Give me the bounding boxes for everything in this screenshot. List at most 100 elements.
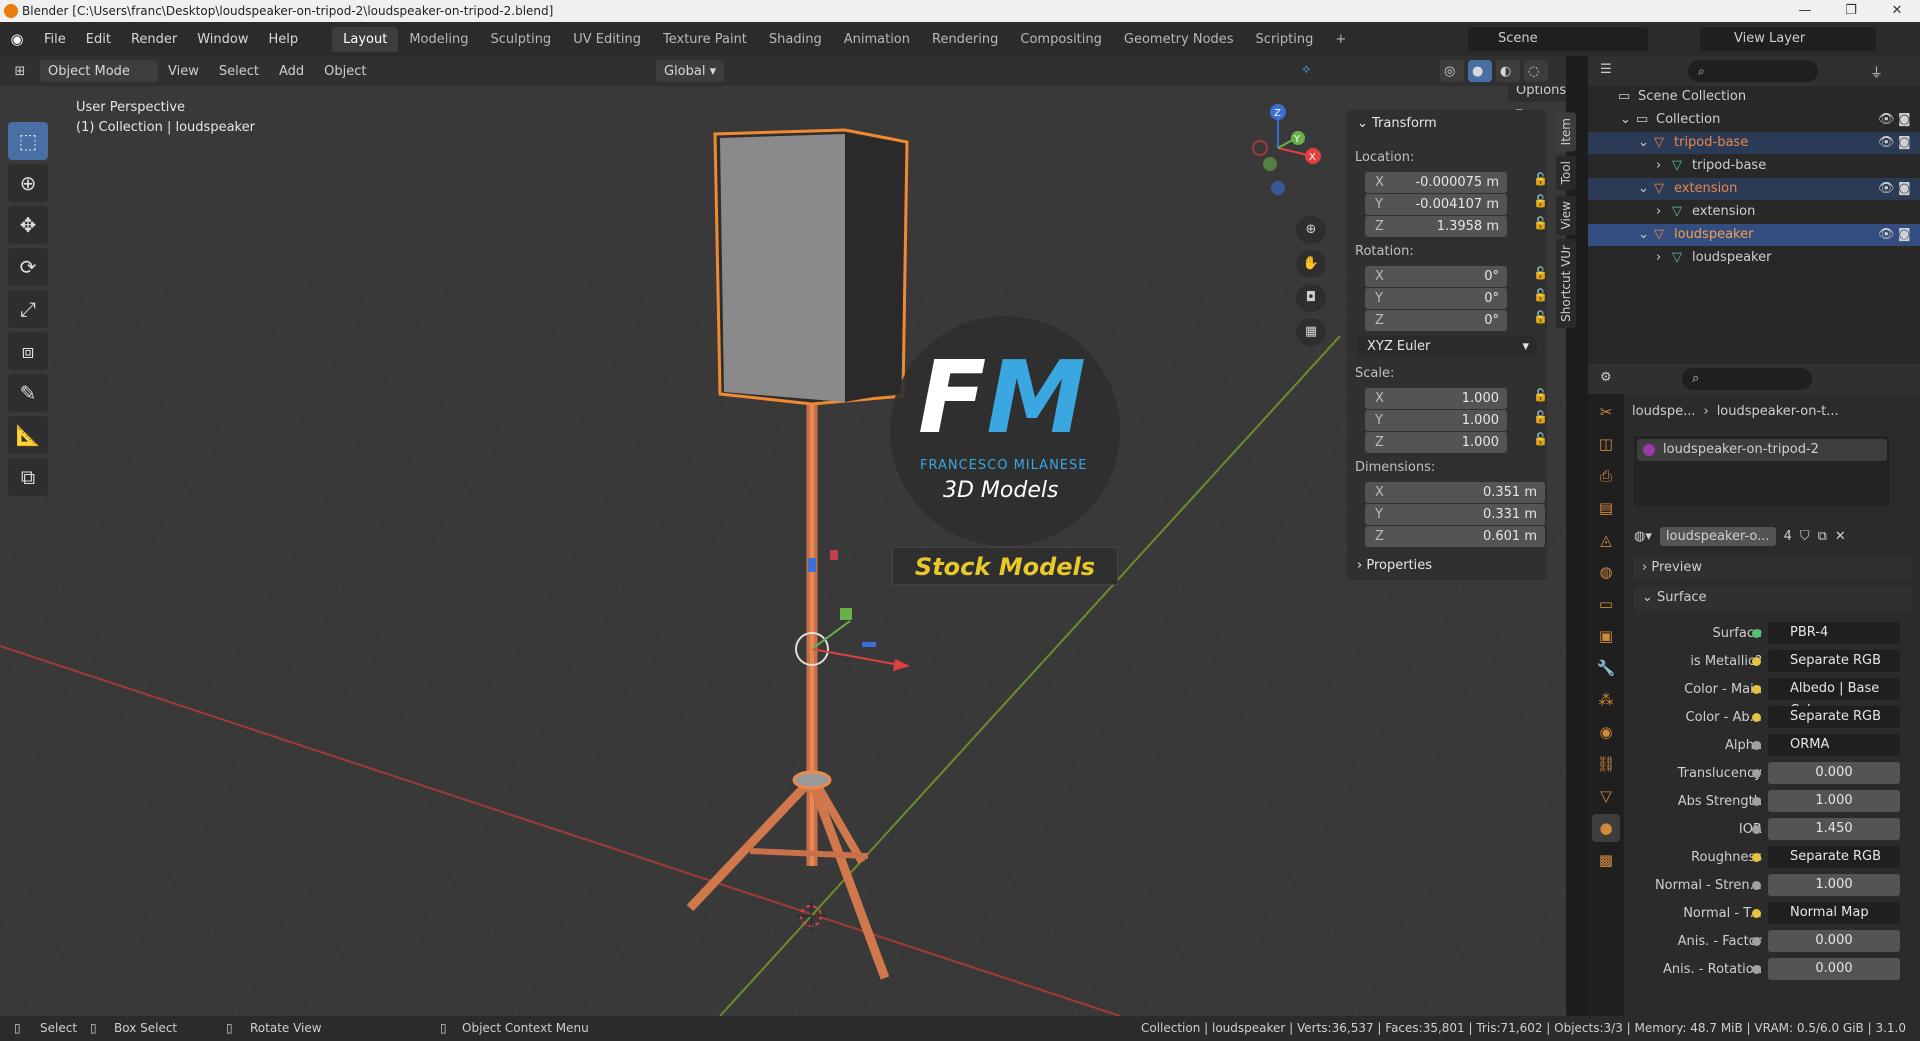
expand-arrow-icon[interactable]: ⌄ — [1638, 224, 1649, 246]
outliner-row[interactable]: ⌄ ▽ tripod-base 👁 ◙ — [1588, 132, 1920, 154]
outliner-editor-type-icon[interactable]: ☰ — [1600, 62, 1612, 77]
sidebar-tab-item[interactable]: Item — [1556, 112, 1576, 152]
workspace-tab-texture-paint[interactable]: Texture Paint — [652, 27, 758, 52]
select-box-tool-icon[interactable]: ⬚ — [8, 122, 48, 160]
close-window-button[interactable]: ✕ — [1874, 0, 1920, 22]
visibility-eye-icon[interactable]: 👁 — [1878, 132, 1895, 154]
material-tab-icon[interactable]: ● — [1592, 814, 1620, 842]
tool-tab-icon[interactable]: ✂ — [1592, 398, 1620, 426]
move-tool-icon[interactable]: ✥ — [8, 206, 48, 244]
socket-dot-icon[interactable] — [1752, 741, 1761, 750]
transform-orientation-dropdown[interactable]: Global ▾ — [656, 60, 725, 82]
dimensions-z-field[interactable]: Z 0.601 m — [1365, 526, 1545, 547]
socket-dot-icon[interactable] — [1752, 713, 1761, 722]
object-mode-dropdown[interactable]: Object Mode — [40, 60, 158, 82]
sidebar-tab-tool[interactable]: Tool — [1556, 155, 1576, 191]
expand-arrow-icon[interactable]: › — [1656, 155, 1661, 177]
viewport-menu-add[interactable]: Add — [269, 64, 314, 79]
material-value-field[interactable]: 0.000 — [1752, 930, 1900, 952]
lock-icon[interactable]: 🔓 — [1533, 216, 1548, 230]
outliner-row[interactable]: ⌄ ▭ Collection 👁 ◙ — [1588, 109, 1920, 131]
transform-tool-icon[interactable]: ⧈ — [8, 332, 48, 370]
render-camera-icon[interactable]: ◙ — [1898, 224, 1911, 246]
texture-tab-icon[interactable]: ▩ — [1592, 846, 1620, 874]
add-workspace-button[interactable]: + — [1324, 27, 1357, 52]
measure-tool-icon[interactable]: 📐 — [8, 416, 48, 454]
properties-panel-header[interactable]: › Properties — [1357, 558, 1432, 573]
location-z-field[interactable]: Z 1.3958 m — [1365, 216, 1507, 237]
socket-dot-icon[interactable] — [1752, 937, 1761, 946]
render-tab-icon[interactable]: ◫ — [1592, 430, 1620, 458]
outliner-row[interactable]: › ▽ loudspeaker — [1588, 247, 1920, 269]
collection-tab-icon[interactable]: ▭ — [1592, 590, 1620, 618]
viewport-menu-view[interactable]: View — [158, 64, 209, 79]
menu-edit[interactable]: Edit — [76, 32, 121, 47]
material-link-field[interactable]: Normal Map — [1752, 902, 1900, 924]
output-tab-icon[interactable]: ⎙ — [1592, 462, 1620, 490]
expand-arrow-icon[interactable]: › — [1656, 201, 1661, 223]
preview-panel-header[interactable]: › Preview — [1634, 556, 1912, 580]
expand-arrow-icon[interactable]: › — [1656, 247, 1661, 269]
transform-panel-header[interactable]: ⌄ Transform — [1357, 116, 1437, 131]
socket-dot-icon[interactable] — [1752, 909, 1761, 918]
material-link-field[interactable]: Separate RGB — [1752, 846, 1900, 868]
filter-icon[interactable]: ⏚ — [1870, 62, 1883, 81]
socket-dot-icon[interactable] — [1752, 797, 1761, 806]
socket-dot-icon[interactable] — [1752, 657, 1761, 666]
menu-help[interactable]: Help — [259, 32, 309, 47]
menu-file[interactable]: File — [34, 32, 76, 47]
properties-editor-type-icon[interactable]: ⚙ — [1600, 370, 1612, 385]
render-camera-icon[interactable]: ◙ — [1898, 178, 1911, 200]
lock-icon[interactable]: 🔓 — [1533, 288, 1548, 302]
scale-tool-icon[interactable]: ⤢ — [8, 290, 48, 328]
rendered-shading-icon[interactable]: ◌ — [1524, 60, 1548, 82]
location-x-field[interactable]: X -0.000075 m — [1365, 172, 1507, 193]
workspace-tab-uv-editing[interactable]: UV Editing — [562, 27, 652, 52]
workspace-tab-rendering[interactable]: Rendering — [921, 27, 1009, 52]
scale-y-field[interactable]: Y 1.000 — [1365, 410, 1507, 431]
material-value-field[interactable]: 0.000 — [1752, 958, 1900, 980]
loudspeaker-model[interactable] — [713, 128, 909, 406]
workspace-tab-scripting[interactable]: Scripting — [1245, 27, 1325, 52]
location-y-field[interactable]: Y -0.004107 m — [1365, 194, 1507, 215]
socket-dot-icon[interactable] — [1752, 853, 1761, 862]
viewport-menu-select[interactable]: Select — [209, 64, 269, 79]
workspace-tab-geometry-nodes[interactable]: Geometry Nodes — [1113, 27, 1245, 52]
rotation-z-field[interactable]: Z 0° — [1365, 310, 1507, 331]
cursor-tool-icon[interactable]: ⊕ — [8, 164, 48, 202]
lock-icon[interactable]: 🔓 — [1533, 194, 1548, 208]
material-slot-item[interactable]: loudspeaker-on-tripod-2 — [1637, 439, 1887, 461]
socket-dot-icon[interactable] — [1752, 825, 1761, 834]
dimensions-x-field[interactable]: X 0.351 m — [1365, 482, 1545, 503]
properties-search-input[interactable]: ⌕ — [1682, 368, 1812, 390]
dimensions-y-field[interactable]: Y 0.331 m — [1365, 504, 1545, 525]
material-link-field[interactable]: Separate RGB — [1752, 706, 1900, 728]
scene-tab-icon[interactable]: ◬ — [1592, 526, 1620, 554]
workspace-tab-layout[interactable]: Layout — [332, 26, 399, 52]
view-layer-tab-icon[interactable]: ▤ — [1592, 494, 1620, 522]
viewport-menu-object[interactable]: Object — [314, 64, 376, 79]
scale-z-field[interactable]: Z 1.000 — [1365, 432, 1507, 453]
lock-icon[interactable]: 🔓 — [1533, 266, 1548, 280]
duplicate-material-icon[interactable]: ⧉ — [1818, 529, 1827, 544]
workspace-tab-animation[interactable]: Animation — [833, 27, 921, 52]
object-tab-icon[interactable]: ▣ — [1592, 622, 1620, 650]
scale-x-field[interactable]: X 1.000 — [1365, 388, 1507, 409]
physics-tab-icon[interactable]: ◉ — [1592, 718, 1620, 746]
lock-icon[interactable]: 🔓 — [1533, 388, 1548, 402]
rotation-mode-dropdown[interactable]: XYZ Euler ▾ — [1357, 336, 1537, 357]
material-link-field[interactable]: Albedo | Base Color — [1752, 678, 1900, 718]
socket-dot-icon[interactable] — [1752, 629, 1761, 638]
material-link-field[interactable]: Separate RGB — [1752, 650, 1900, 672]
viewport-options-button[interactable]: Options ▾ — [1508, 86, 1566, 120]
maximize-button[interactable]: ❐ — [1828, 0, 1874, 22]
world-tab-icon[interactable]: ◍ — [1592, 558, 1620, 586]
material-value-field[interactable]: 1.000 — [1752, 790, 1900, 812]
outliner-row[interactable]: ⌄ ▽ extension 👁 ◙ — [1588, 178, 1920, 200]
rotation-y-field[interactable]: Y 0° — [1365, 288, 1507, 309]
workspace-tab-compositing[interactable]: Compositing — [1009, 27, 1113, 52]
blender-menu-icon[interactable]: ◉ — [0, 30, 34, 48]
rotation-x-field[interactable]: X 0° — [1365, 266, 1507, 287]
browse-material-icon[interactable]: ◍▾ — [1634, 529, 1652, 544]
visibility-eye-icon[interactable]: 👁 — [1878, 224, 1895, 246]
